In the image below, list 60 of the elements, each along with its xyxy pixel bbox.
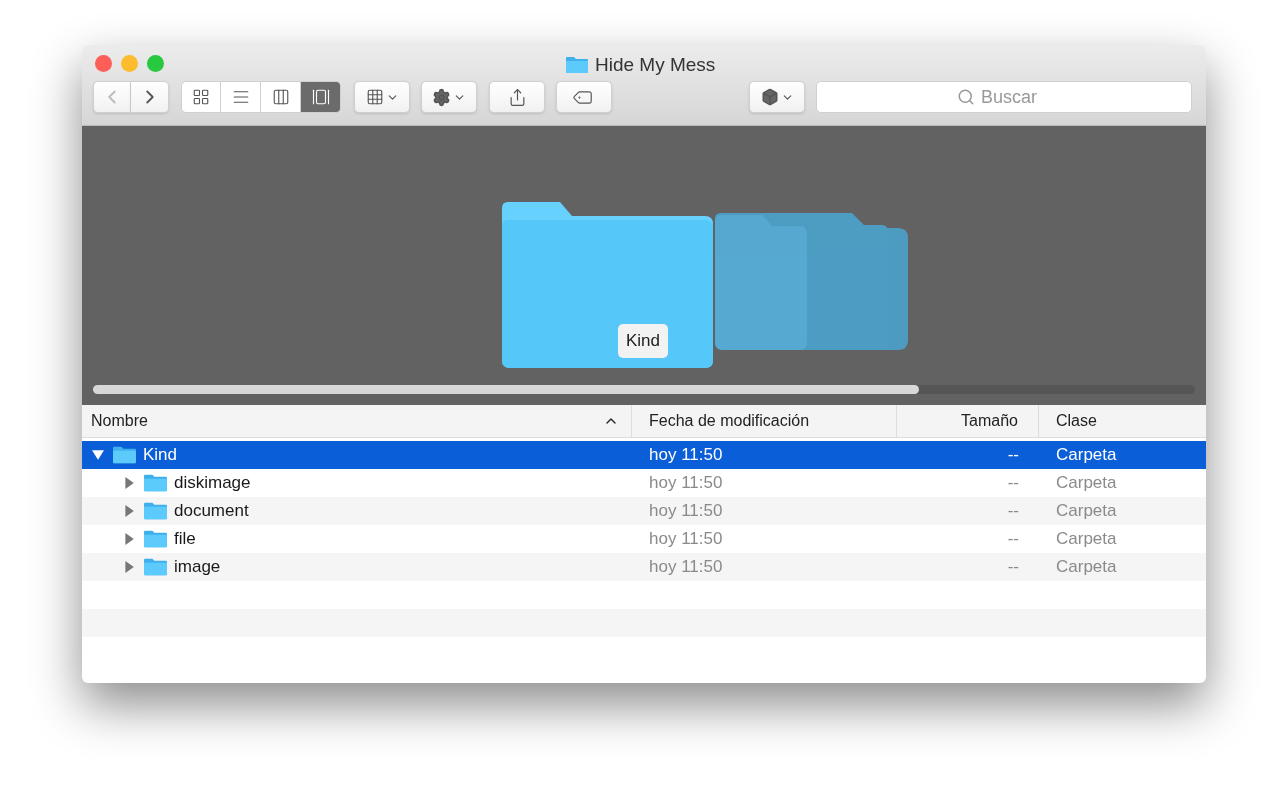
file-row[interactable]: image hoy 11:50 -- Carpeta	[82, 553, 1206, 581]
icon-view-button[interactable]	[181, 81, 221, 113]
file-kind: Carpeta	[1055, 444, 1117, 467]
file-name: image	[174, 556, 221, 579]
forward-button[interactable]	[131, 81, 169, 113]
modified-date: hoy 11:50	[648, 472, 724, 495]
close-button[interactable]	[95, 54, 112, 72]
file-name: document	[174, 500, 249, 523]
expanded-triangle-icon[interactable]	[92, 449, 106, 461]
folder-icon	[112, 445, 137, 465]
arrange-button[interactable]	[354, 81, 410, 113]
window-title: Hide My Mess	[595, 53, 716, 77]
modified-date: hoy 11:50	[648, 528, 724, 551]
settings-button[interactable]	[421, 81, 477, 113]
grid-icon	[365, 88, 384, 106]
coverflow-caption: Kind	[618, 324, 669, 358]
file-name: diskimage	[174, 472, 251, 495]
gear-icon	[432, 87, 451, 107]
folder-icon	[143, 529, 168, 549]
modified-date: hoy 11:50	[648, 500, 724, 523]
modified-date: hoy 11:50	[648, 556, 724, 579]
folder-icon	[565, 55, 589, 76]
coverflow-view-button[interactable]	[301, 81, 341, 113]
share-button[interactable]	[489, 81, 545, 113]
coverflow-scrollbar[interactable]	[93, 385, 1195, 394]
file-row[interactable]: file hoy 11:50 -- Carpeta	[82, 525, 1206, 553]
file-size: --	[1006, 528, 1020, 551]
list-view-button[interactable]	[221, 81, 261, 113]
column-header[interactable]: Clase	[1039, 405, 1206, 437]
modified-date: hoy 11:50	[648, 444, 724, 467]
file-row[interactable]: diskimage hoy 11:50 -- Carpeta	[82, 469, 1206, 497]
file-size: --	[1006, 444, 1020, 467]
file-name: file	[174, 528, 196, 551]
search-field[interactable]: Buscar	[816, 81, 1192, 113]
folder-icon	[143, 473, 168, 493]
file-row[interactable]: document hoy 11:50 -- Carpeta	[82, 497, 1206, 525]
file-size: --	[1006, 500, 1020, 523]
column-header[interactable]: Tamaño	[897, 405, 1039, 437]
column-header[interactable]: Fecha de modificación	[632, 405, 897, 437]
box-icon	[760, 88, 779, 106]
file-size: --	[1006, 472, 1020, 495]
file-kind: Carpeta	[1055, 472, 1117, 495]
search-icon	[957, 88, 975, 106]
file-name: Kind	[143, 444, 178, 467]
file-kind: Carpeta	[1055, 500, 1117, 523]
tag-button[interactable]	[556, 81, 612, 113]
dropbox-button[interactable]	[749, 81, 805, 113]
list-view-icon	[231, 88, 250, 106]
file-row[interactable]: Kind hoy 11:50 -- Carpeta	[82, 441, 1206, 469]
file-kind: Carpeta	[1055, 528, 1117, 551]
folder-icon	[143, 501, 168, 521]
search-input[interactable]: Buscar	[981, 83, 1051, 111]
column-view-button[interactable]	[261, 81, 301, 113]
folder-icon	[143, 557, 168, 577]
icons-view-icon	[192, 88, 210, 106]
columns-view-icon	[271, 88, 290, 106]
file-kind: Carpeta	[1055, 556, 1117, 579]
column-header[interactable]: Nombre	[82, 405, 632, 437]
coverflow-view-icon	[311, 88, 330, 106]
file-size: --	[1006, 556, 1020, 579]
